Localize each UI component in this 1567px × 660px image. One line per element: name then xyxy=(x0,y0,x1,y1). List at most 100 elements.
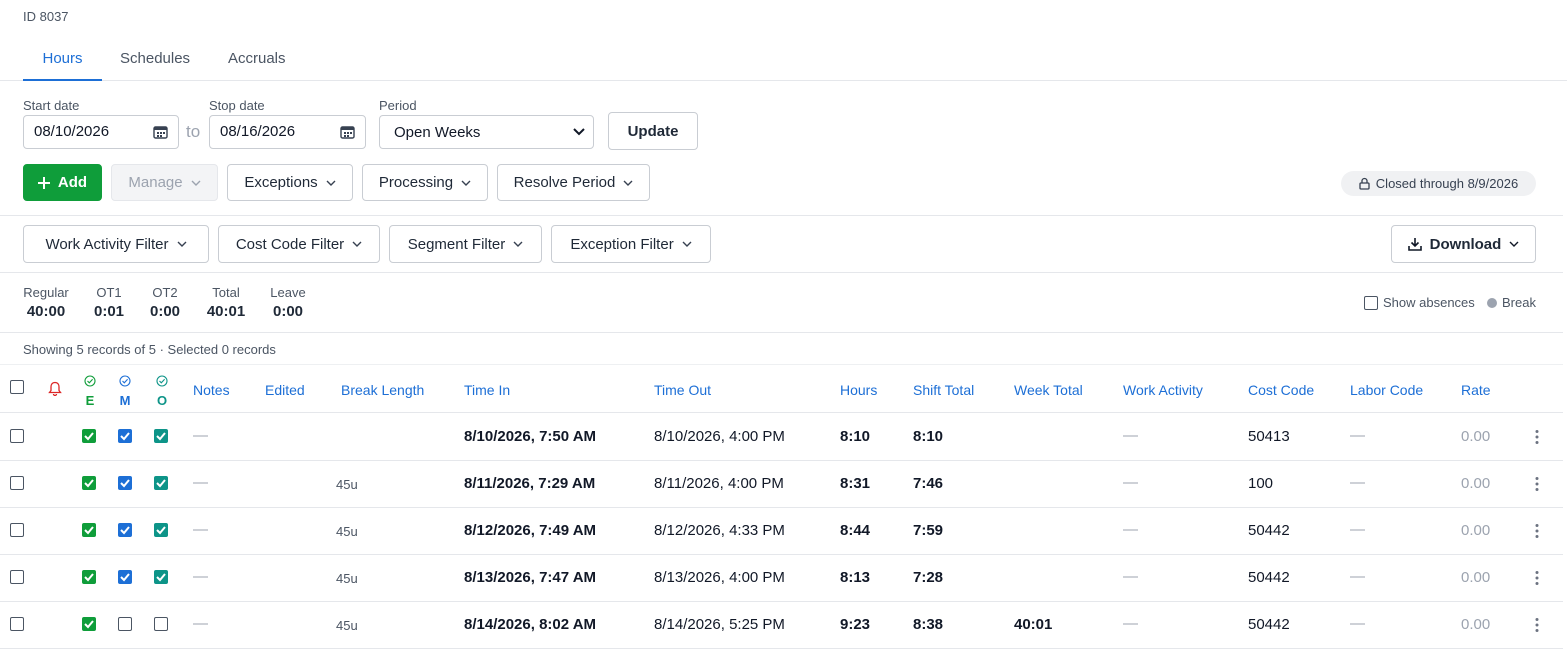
row-o-checkbox[interactable] xyxy=(154,616,168,631)
row-m-checkbox[interactable] xyxy=(118,569,132,584)
period-value: Open Weeks xyxy=(394,124,481,141)
more-options-icon[interactable] xyxy=(1533,570,1541,586)
row-work-activity: — xyxy=(1123,567,1138,585)
exception-filter-button[interactable]: Exception Filter xyxy=(551,225,711,263)
tab-schedules[interactable]: Schedules xyxy=(120,40,190,81)
column-notes[interactable]: Notes xyxy=(193,382,230,398)
column-week-total[interactable]: Week Total xyxy=(1014,382,1083,398)
more-options-icon[interactable] xyxy=(1533,476,1541,492)
row-select-checkbox[interactable] xyxy=(10,522,24,537)
column-e[interactable]: E xyxy=(82,374,98,408)
row-rate: 0.00 xyxy=(1461,615,1491,633)
tab-hours[interactable]: Hours xyxy=(23,40,102,81)
cost-code-filter-button[interactable]: Cost Code Filter xyxy=(218,225,380,263)
row-rate: 0.00 xyxy=(1461,427,1491,445)
break-legend: Break xyxy=(1487,295,1536,310)
column-shift-total[interactable]: Shift Total xyxy=(913,382,974,398)
stop-date-input[interactable]: 08/16/2026 xyxy=(209,115,366,149)
closed-status-badge: Closed through 8/9/2026 xyxy=(1341,171,1536,196)
segment-filter-label: Segment Filter xyxy=(407,235,506,253)
row-select-checkbox[interactable] xyxy=(10,475,24,490)
more-options-icon[interactable] xyxy=(1533,617,1541,633)
row-notes: — xyxy=(193,426,208,444)
row-o-checkbox[interactable] xyxy=(154,569,168,584)
calendar-icon[interactable] xyxy=(340,125,355,139)
download-label: Download xyxy=(1429,235,1502,253)
row-break-length: 45u xyxy=(336,617,358,633)
row-break-length: 45u xyxy=(336,523,358,539)
row-m-checkbox[interactable] xyxy=(118,616,132,631)
row-o-checkbox[interactable] xyxy=(154,522,168,537)
more-options-icon[interactable] xyxy=(1533,523,1541,539)
chevron-down-icon xyxy=(623,180,633,186)
row-labor-code: — xyxy=(1350,520,1365,538)
row-m-checkbox[interactable] xyxy=(118,428,132,443)
employee-id: ID 8037 xyxy=(23,9,69,24)
more-options-icon[interactable] xyxy=(1533,429,1541,445)
check-circle-icon xyxy=(84,375,96,387)
column-rate[interactable]: Rate xyxy=(1461,382,1491,398)
column-o-label: O xyxy=(156,393,168,408)
tab-accruals[interactable]: Accruals xyxy=(228,40,286,81)
column-cost-code[interactable]: Cost Code xyxy=(1248,382,1314,398)
update-button[interactable]: Update xyxy=(608,112,698,150)
show-absences-toggle[interactable]: Show absences xyxy=(1364,295,1475,310)
column-work-activity[interactable]: Work Activity xyxy=(1123,382,1203,398)
divider xyxy=(0,412,1563,413)
processing-label: Processing xyxy=(378,174,454,191)
start-date-label: Start date xyxy=(23,98,80,113)
segment-filter-button[interactable]: Segment Filter xyxy=(389,225,542,263)
period-select[interactable]: Open Weeks xyxy=(379,115,594,149)
row-select-checkbox[interactable] xyxy=(10,616,24,631)
add-button[interactable]: Add xyxy=(23,164,102,201)
resolve-period-label: Resolve Period xyxy=(513,174,616,191)
row-shift-total: 8:10 xyxy=(913,427,944,445)
download-icon xyxy=(1407,238,1422,251)
exceptions-button[interactable]: Exceptions xyxy=(227,164,353,201)
row-e-checkbox[interactable] xyxy=(82,522,96,537)
row-o-checkbox[interactable] xyxy=(154,428,168,443)
tab-bar: Hours Schedules Accruals xyxy=(0,40,1567,81)
column-m-label: M xyxy=(119,393,131,408)
resolve-period-button[interactable]: Resolve Period xyxy=(497,164,650,201)
summary-total-value: 40:01 xyxy=(206,303,246,320)
row-cost-code: 50413 xyxy=(1248,427,1290,445)
start-date-value: 08/10/2026 xyxy=(34,123,110,140)
row-rate: 0.00 xyxy=(1461,568,1491,586)
calendar-icon[interactable] xyxy=(153,125,168,139)
row-select-checkbox[interactable] xyxy=(10,569,24,584)
select-all-checkbox[interactable] xyxy=(10,380,24,394)
row-hours: 8:13 xyxy=(840,568,871,586)
processing-button[interactable]: Processing xyxy=(362,164,488,201)
summary-regular-value: 40:00 xyxy=(26,303,66,320)
work-activity-filter-button[interactable]: Work Activity Filter xyxy=(23,225,209,263)
column-time-out[interactable]: Time Out xyxy=(654,382,711,398)
row-o-checkbox[interactable] xyxy=(154,475,168,490)
row-select-checkbox[interactable] xyxy=(10,428,24,443)
row-e-checkbox[interactable] xyxy=(82,569,96,584)
start-date-input[interactable]: 08/10/2026 xyxy=(23,115,179,149)
column-break-length[interactable]: Break Length xyxy=(341,382,424,398)
row-break-length: 45u xyxy=(336,570,358,586)
row-notes: — xyxy=(193,473,208,491)
column-o[interactable]: O xyxy=(154,374,170,408)
row-divider xyxy=(0,507,1563,508)
column-hours[interactable]: Hours xyxy=(840,382,877,398)
row-e-checkbox[interactable] xyxy=(82,475,96,490)
column-labor-code[interactable]: Labor Code xyxy=(1350,382,1423,398)
row-time-out: 8/12/2026, 4:33 PM xyxy=(654,521,785,539)
chevron-down-icon xyxy=(177,241,187,247)
column-time-in[interactable]: Time In xyxy=(464,382,510,398)
column-m[interactable]: M xyxy=(117,374,133,408)
work-activity-filter-label: Work Activity Filter xyxy=(45,235,169,253)
column-edited[interactable]: Edited xyxy=(265,382,305,398)
show-absences-checkbox[interactable] xyxy=(1364,295,1378,310)
row-work-activity: — xyxy=(1123,520,1138,538)
row-e-checkbox[interactable] xyxy=(82,616,96,631)
row-m-checkbox[interactable] xyxy=(118,475,132,490)
row-hours: 8:10 xyxy=(840,427,871,445)
row-m-checkbox[interactable] xyxy=(118,522,132,537)
row-e-checkbox[interactable] xyxy=(82,428,96,443)
download-button[interactable]: Download xyxy=(1391,225,1536,263)
plus-icon xyxy=(37,176,50,189)
